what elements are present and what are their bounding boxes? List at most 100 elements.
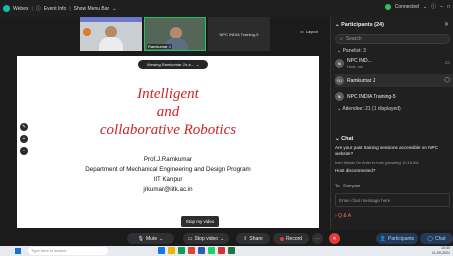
layout-icon: ▭ <box>300 29 304 34</box>
video-thumbnail[interactable] <box>80 17 142 51</box>
record-icon <box>279 236 284 241</box>
mute-toggle-icon[interactable]: ◯ <box>444 77 450 83</box>
zoom-in-icon[interactable]: + <box>20 135 28 143</box>
zoom-tools: ✎ + − <box>20 123 28 155</box>
video-thumbnail[interactable]: NPC INDIA Training-5 <box>208 17 270 51</box>
app-icon[interactable] <box>158 247 165 254</box>
participants-title: Participants (24) <box>341 22 384 28</box>
thumbnail-name: Ramkumar J <box>147 44 172 49</box>
windows-taskbar: Type here to search 10:40 11-09-2021 <box>0 246 453 256</box>
chat-title: Chat <box>341 136 354 142</box>
slide-email: jrkumar@iitk.ac.in <box>143 186 193 193</box>
mute-button[interactable]: 🎙 Mute ⌄ <box>127 233 174 244</box>
chat-message: Host disconnected? <box>335 168 376 173</box>
slide-department: Department of Mechanical Engineering and… <box>85 166 251 173</box>
search-icon: ⌕ <box>340 36 343 42</box>
share-label: Share <box>249 235 263 242</box>
chat-button[interactable]: ◯ Chat <box>420 233 453 244</box>
search-placeholder: Search <box>345 36 362 42</box>
thumbnail-name: NPC INDIA Training-5 <box>219 31 259 37</box>
avatar: NI <box>335 59 344 68</box>
app-icon[interactable] <box>228 247 235 254</box>
record-button[interactable]: Record <box>273 233 309 244</box>
chat-label: Chat <box>435 235 446 242</box>
mute-label: Mute <box>146 235 158 242</box>
viewing-label: Viewing Ramkumar J's a... <box>146 62 194 67</box>
participant-row[interactable]: NI NPC IND... Host, me ▭ <box>335 57 453 70</box>
participant-row[interactable]: RJ Ramkumar J ◯ <box>335 74 453 87</box>
chat-input[interactable]: Enter chat message here <box>335 193 450 207</box>
connection-status-icon <box>384 3 391 10</box>
attendees-section-title[interactable]: ⌄ Attendee: 21 (1 displayed) <box>337 106 401 112</box>
participants-header: ⌄ Participants (24) <box>335 22 384 28</box>
share-button[interactable]: ⇧ Share <box>236 233 270 244</box>
send-to-selector[interactable]: To: Everyone <box>335 183 360 188</box>
app-icon[interactable] <box>178 247 185 254</box>
webex-logo-icon <box>3 5 10 12</box>
slide-author: Prof.J.Ramkumar <box>143 156 193 163</box>
slide-title-line1: Intelligent <box>137 86 199 102</box>
microphone-icon: 🎙 <box>137 235 145 242</box>
video-icon[interactable]: ▭ <box>445 60 450 66</box>
chevron-down-icon: ⌄ <box>220 235 225 242</box>
chevron-down-icon: ⌄ <box>159 235 164 242</box>
folder-icon[interactable] <box>168 247 175 254</box>
logo-icon <box>83 28 91 36</box>
connection-status[interactable]: Connected <box>395 4 419 10</box>
app-icon[interactable] <box>198 247 205 254</box>
qa-label: Q & A <box>338 213 352 219</box>
send-to-value: Everyone <box>343 183 361 188</box>
top-bar-right: Connected ⌄ ⓘ – □ <box>384 3 450 10</box>
separator: | <box>31 5 33 12</box>
viewing-indicator[interactable]: Viewing Ramkumar J's a... ⌄ <box>138 60 208 69</box>
video-strip: Ramkumar J NPC INDIA Training-5 <box>80 17 270 51</box>
windows-start-icon[interactable] <box>15 248 21 254</box>
minimize-icon[interactable]: – <box>440 4 443 10</box>
event-info-button[interactable]: Event Info <box>44 6 67 12</box>
participant-row[interactable]: NI NPC INDIA Training-5 <box>335 90 453 103</box>
chevron-down-icon: ⌄ <box>195 62 200 67</box>
send-to-label: To: <box>335 183 341 188</box>
layout-label: Layout <box>305 29 318 34</box>
webex-app-icon[interactable] <box>208 247 215 254</box>
slide-title-line3: collaborative Robotics <box>99 122 237 138</box>
chevron-down-icon[interactable]: ⌄ <box>423 4 427 10</box>
app-icon[interactable] <box>218 247 225 254</box>
layout-button[interactable]: ▭ Layout <box>300 29 318 34</box>
participants-label: Participants <box>388 235 415 242</box>
share-icon: ⇧ <box>243 235 248 242</box>
participants-icon: 👤 <box>379 235 387 242</box>
participant-name: Ramkumar J <box>347 77 376 84</box>
slide-title-line2: and <box>156 104 180 120</box>
qa-section-toggle[interactable]: › Q & A <box>335 213 351 219</box>
close-icon[interactable]: ✕ <box>444 21 449 28</box>
annotate-icon[interactable]: ✎ <box>20 123 28 131</box>
chevron-down-icon[interactable]: ⌄ <box>112 6 116 12</box>
zoom-out-icon[interactable]: − <box>20 147 28 155</box>
participant-info: NPC IND... Host, me <box>347 58 372 70</box>
stop-video-label: Stop video <box>194 235 219 242</box>
taskbar-search-input[interactable]: Type here to search <box>28 247 108 255</box>
taskbar-clock[interactable]: 10:40 11-09-2021 <box>432 246 450 256</box>
panelists-section-title[interactable]: ⌄ Panelist: 3 <box>337 48 366 54</box>
meeting-controls: 🎙 Mute ⌄ ▭ Stop video ⌄ ⇧ Share Record ⋯… <box>0 230 453 246</box>
more-options-icon[interactable]: ⋯ <box>312 233 323 244</box>
chat-message-meta: from Manan De Anter to host (privately) … <box>335 161 419 165</box>
chat-message: Are your past training sessions accessib… <box>335 145 438 156</box>
show-menu-bar-button[interactable]: Show Menu Bar <box>74 6 110 12</box>
app-name[interactable]: Webex <box>13 6 28 12</box>
panelists-title: Panelist: 3 <box>342 48 366 54</box>
participant-search-input[interactable]: ⌕ Search <box>335 34 450 44</box>
maximize-icon[interactable]: □ <box>447 4 450 10</box>
tooltip: Stop my video <box>181 216 219 227</box>
video-thumbnail-active[interactable]: Ramkumar J <box>144 17 206 51</box>
app-icon[interactable] <box>188 247 195 254</box>
end-meeting-icon[interactable]: ✕ <box>329 233 340 244</box>
camera-icon: ▭ <box>187 235 193 242</box>
separator: | <box>69 5 71 12</box>
stop-video-button[interactable]: ▭ Stop video ⌄ <box>183 233 229 244</box>
avatar: NI <box>335 92 344 101</box>
participants-button[interactable]: 👤 Participants <box>376 233 418 244</box>
participants-panel: ⌄ Participants (24) ✕ ⌕ Search ⌄ Panelis… <box>330 17 453 230</box>
info-icon[interactable]: ⓘ <box>431 3 436 10</box>
